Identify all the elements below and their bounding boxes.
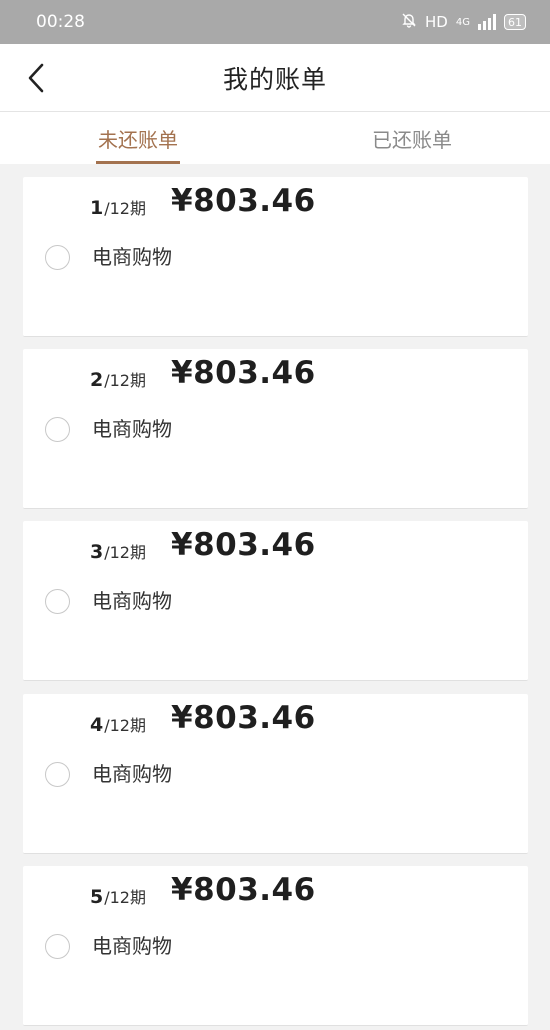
installment-period: 1 /12期 — [90, 195, 146, 219]
bill-category: 电商购物 — [92, 762, 172, 786]
page-title: 我的账单 — [222, 65, 327, 94]
battery-level: 61 — [508, 15, 522, 29]
network-label: HD — [425, 13, 448, 31]
bill-category: 电商购物 — [92, 245, 172, 269]
bill-category: 电商购物 — [92, 589, 172, 613]
status-time: 00:28 — [36, 12, 85, 32]
period-total: /12期 — [104, 543, 146, 562]
bill-card[interactable]: 5 /12期 ¥803.46 电商购物 — [23, 866, 528, 1026]
select-radio[interactable] — [45, 417, 70, 442]
status-icons: HD 4G 61 — [401, 12, 526, 32]
battery-icon: 61 — [504, 14, 526, 30]
bill-amount: ¥803.46 — [171, 355, 316, 391]
period-total: /12期 — [104, 371, 146, 390]
installment-period: 4 /12期 — [90, 712, 146, 736]
installment-period: 3 /12期 — [90, 539, 146, 563]
bill-amount: ¥803.46 — [171, 700, 316, 736]
tab-unpaid-bills[interactable]: 未还账单 — [88, 112, 188, 164]
period-number: 4 — [90, 714, 104, 736]
select-radio[interactable] — [45, 245, 70, 270]
period-number: 5 — [90, 886, 104, 908]
installment-period: 2 /12期 — [90, 367, 146, 391]
bell-muted-icon — [401, 12, 417, 32]
bill-category: 电商购物 — [92, 417, 172, 441]
tab-paid-bills[interactable]: 已还账单 — [362, 112, 462, 164]
period-total: /12期 — [104, 199, 146, 218]
bill-tabs: 未还账单 已还账单 — [0, 112, 550, 164]
select-radio[interactable] — [45, 934, 70, 959]
back-button[interactable] — [18, 56, 54, 100]
select-radio[interactable] — [45, 589, 70, 614]
signal-strength-icon — [478, 14, 496, 30]
select-radio[interactable] — [45, 762, 70, 787]
period-number: 3 — [90, 541, 104, 563]
bill-amount: ¥803.46 — [171, 872, 316, 908]
active-tab-indicator — [96, 161, 180, 164]
bill-amount: ¥803.46 — [171, 183, 316, 219]
nav-bar: 我的账单 — [0, 44, 550, 112]
bill-card[interactable]: 3 /12期 ¥803.46 电商购物 — [23, 521, 528, 681]
period-total: /12期 — [104, 716, 146, 735]
status-bar: 00:28 HD 4G 61 — [0, 0, 550, 44]
period-number: 1 — [90, 197, 104, 219]
chevron-left-icon — [28, 63, 44, 93]
period-total: /12期 — [104, 888, 146, 907]
bill-category: 电商购物 — [92, 934, 172, 958]
period-number: 2 — [90, 369, 104, 391]
installment-period: 5 /12期 — [90, 884, 146, 908]
bill-card[interactable]: 1 /12期 ¥803.46 电商购物 — [23, 177, 528, 337]
bill-card[interactable]: 4 /12期 ¥803.46 电商购物 — [23, 694, 528, 854]
signal-type: 4G — [455, 16, 470, 28]
bill-card[interactable]: 2 /12期 ¥803.46 电商购物 — [23, 349, 528, 509]
bill-amount: ¥803.46 — [171, 527, 316, 563]
